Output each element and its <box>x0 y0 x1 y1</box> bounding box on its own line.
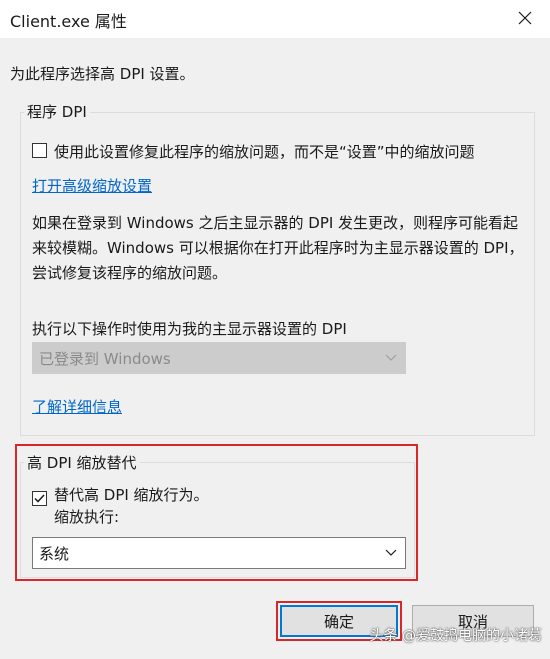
advanced-scaling-link[interactable]: 打开高级缩放设置 <box>32 175 152 196</box>
highlight-box-override <box>15 444 418 581</box>
chevron-down-icon <box>385 354 397 361</box>
title-bar: Client.exe 属性 <box>0 0 550 38</box>
program-dpi-group-label: 程序 DPI <box>24 101 90 122</box>
program-dpi-checkbox-label[interactable]: 使用此设置修复此程序的缩放问题，而不是“设置”中的缩放问题 <box>54 141 475 162</box>
program-dpi-description: 如果在登录到 Windows 之后主显示器的 DPI 发生更改，则程序可能看起来… <box>32 214 524 282</box>
intro-text: 为此程序选择高 DPI 设置。 <box>10 65 195 83</box>
dpi-dropdown-label: 执行以下操作时使用为我的主显示器设置的 DPI <box>32 320 347 338</box>
learn-more-link[interactable]: 了解详细信息 <box>32 396 122 417</box>
program-dpi-checkbox[interactable] <box>32 143 47 158</box>
watermark: 头条 @爱鼓捣电脑的小诸葛 <box>369 628 542 644</box>
window-title: Client.exe 属性 <box>10 12 127 31</box>
close-button[interactable] <box>506 2 544 34</box>
close-icon <box>518 11 532 25</box>
dpi-timing-select: 已登录到 Windows <box>32 342 406 374</box>
dpi-timing-select-value: 已登录到 Windows <box>39 349 171 368</box>
